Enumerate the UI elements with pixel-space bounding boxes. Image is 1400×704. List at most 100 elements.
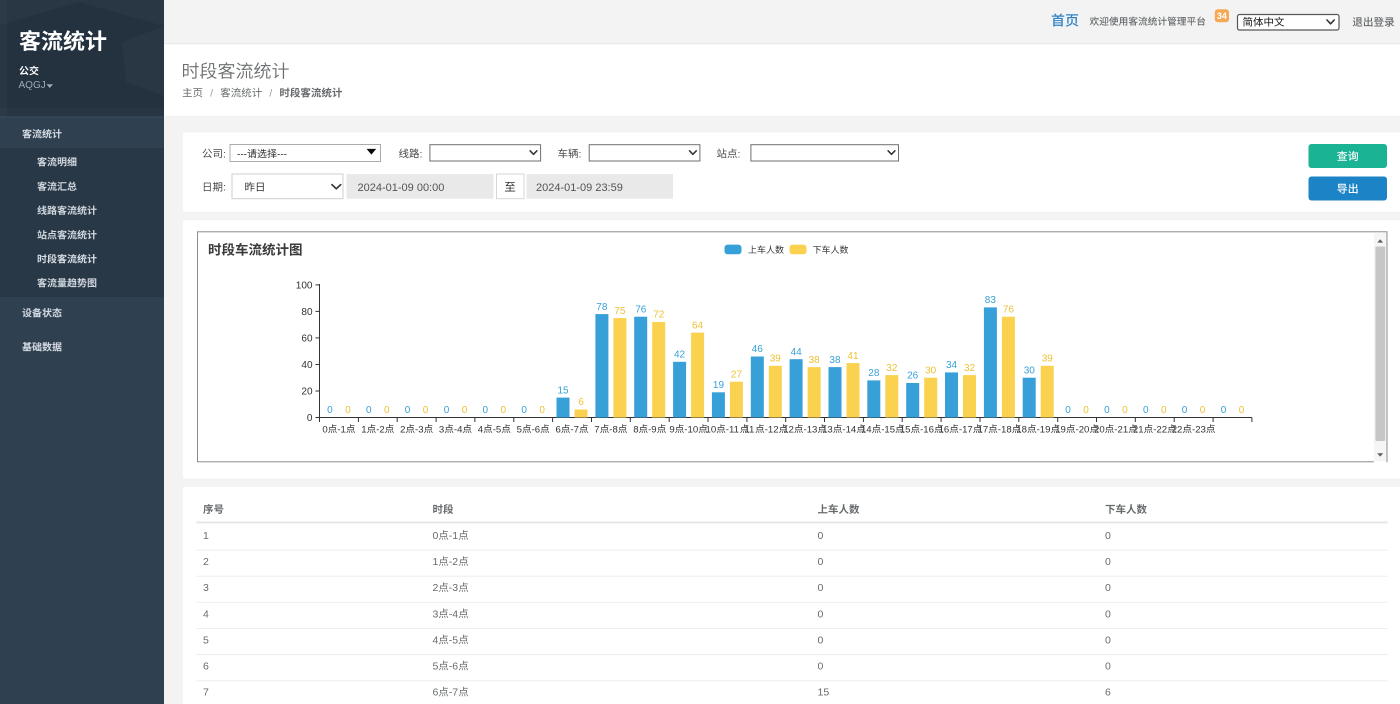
svg-text:-9: -9 bbox=[648, 424, 657, 435]
svg-text:0: 0 bbox=[1161, 405, 1167, 416]
svg-text:26: 26 bbox=[907, 371, 919, 382]
svg-text:64: 64 bbox=[692, 320, 704, 331]
svg-text:15: 15 bbox=[818, 687, 830, 699]
svg-text:/: / bbox=[269, 89, 272, 100]
svg-text:0: 0 bbox=[1065, 405, 1071, 416]
svg-text:0: 0 bbox=[1105, 661, 1111, 673]
svg-text:2024-01-09 23:59: 2024-01-09 23:59 bbox=[536, 182, 623, 194]
svg-text:30: 30 bbox=[925, 365, 937, 376]
svg-text:0: 0 bbox=[423, 405, 429, 416]
svg-text:1: 1 bbox=[433, 556, 439, 568]
svg-text:15: 15 bbox=[900, 424, 911, 435]
svg-text:28: 28 bbox=[868, 368, 880, 379]
svg-text:-21: -21 bbox=[1114, 424, 1128, 435]
svg-text:-1: -1 bbox=[449, 530, 458, 542]
svg-text:20: 20 bbox=[301, 387, 313, 398]
svg-text:83: 83 bbox=[985, 295, 997, 306]
svg-text:3: 3 bbox=[203, 582, 209, 594]
svg-text:-22: -22 bbox=[1153, 424, 1167, 435]
svg-text:AQGJ: AQGJ bbox=[19, 80, 46, 91]
svg-text:34: 34 bbox=[1217, 11, 1227, 21]
svg-text:5: 5 bbox=[433, 661, 439, 673]
svg-text:17: 17 bbox=[978, 424, 989, 435]
svg-text:6: 6 bbox=[433, 687, 439, 699]
svg-text:9: 9 bbox=[669, 424, 674, 435]
svg-text::: : bbox=[579, 148, 582, 160]
svg-text:0: 0 bbox=[307, 413, 313, 424]
svg-text:14: 14 bbox=[861, 424, 872, 435]
svg-text:4: 4 bbox=[478, 424, 484, 435]
svg-text:0: 0 bbox=[818, 582, 824, 594]
svg-text:-14: -14 bbox=[842, 424, 857, 435]
svg-text:6: 6 bbox=[203, 661, 209, 673]
svg-text:30: 30 bbox=[1024, 365, 1036, 376]
svg-text:42: 42 bbox=[674, 350, 686, 361]
svg-text:-17: -17 bbox=[959, 424, 973, 435]
svg-text:0: 0 bbox=[1182, 405, 1188, 416]
svg-text:0: 0 bbox=[1122, 405, 1128, 416]
svg-text:0: 0 bbox=[818, 556, 824, 568]
svg-text:72: 72 bbox=[653, 310, 665, 321]
svg-text:6: 6 bbox=[1105, 687, 1111, 699]
svg-text:-15: -15 bbox=[881, 424, 895, 435]
svg-text:-18: -18 bbox=[998, 424, 1012, 435]
svg-text:0: 0 bbox=[818, 661, 824, 673]
svg-text:46: 46 bbox=[752, 344, 764, 355]
svg-text:15: 15 bbox=[558, 385, 570, 396]
svg-text:-2: -2 bbox=[449, 556, 458, 568]
svg-text:0: 0 bbox=[327, 405, 333, 416]
svg-text:0: 0 bbox=[1200, 405, 1206, 416]
svg-text:6: 6 bbox=[556, 424, 561, 435]
svg-text:20: 20 bbox=[1094, 424, 1105, 435]
svg-text:0: 0 bbox=[521, 405, 527, 416]
svg-text:19: 19 bbox=[1055, 424, 1066, 435]
svg-text:0: 0 bbox=[433, 530, 439, 542]
svg-text:-3: -3 bbox=[449, 582, 458, 594]
svg-text:38: 38 bbox=[809, 355, 821, 366]
svg-text:41: 41 bbox=[847, 351, 859, 362]
svg-text:0: 0 bbox=[1105, 556, 1111, 568]
svg-text:0: 0 bbox=[1143, 405, 1149, 416]
svg-text::: : bbox=[420, 148, 423, 160]
svg-text:0: 0 bbox=[501, 405, 507, 416]
svg-text:7: 7 bbox=[203, 687, 209, 699]
svg-text:0: 0 bbox=[322, 424, 327, 435]
svg-text:-12: -12 bbox=[765, 424, 779, 435]
svg-text:-4: -4 bbox=[454, 424, 463, 435]
svg-text:40: 40 bbox=[301, 360, 313, 371]
svg-text:18: 18 bbox=[1016, 424, 1027, 435]
svg-text:0: 0 bbox=[1105, 530, 1111, 542]
svg-text:21: 21 bbox=[1133, 424, 1144, 435]
svg-text:32: 32 bbox=[964, 363, 976, 374]
svg-text:78: 78 bbox=[596, 302, 608, 313]
svg-text:-4: -4 bbox=[449, 608, 458, 620]
svg-text:39: 39 bbox=[1042, 354, 1054, 365]
svg-text:16: 16 bbox=[939, 424, 950, 435]
svg-text:13: 13 bbox=[822, 424, 833, 435]
svg-text:0: 0 bbox=[483, 405, 489, 416]
svg-text:3: 3 bbox=[433, 608, 439, 620]
svg-text:-5: -5 bbox=[449, 634, 458, 646]
svg-text:0: 0 bbox=[366, 405, 372, 416]
svg-text:8: 8 bbox=[633, 424, 638, 435]
svg-text:4: 4 bbox=[203, 608, 209, 620]
svg-text:0: 0 bbox=[1221, 405, 1227, 416]
svg-text:2024-01-09 00:00: 2024-01-09 00:00 bbox=[358, 182, 445, 194]
svg-text:38: 38 bbox=[829, 355, 841, 366]
svg-text:76: 76 bbox=[1003, 304, 1015, 315]
svg-text:-19: -19 bbox=[1037, 424, 1051, 435]
svg-text:-5: -5 bbox=[493, 424, 502, 435]
svg-text:-7: -7 bbox=[449, 687, 458, 699]
svg-text:0: 0 bbox=[1105, 634, 1111, 646]
svg-text:0: 0 bbox=[345, 405, 351, 416]
svg-text:60: 60 bbox=[301, 333, 313, 344]
svg-text:-3: -3 bbox=[415, 424, 424, 435]
svg-text:-6: -6 bbox=[449, 661, 458, 673]
svg-text:5: 5 bbox=[517, 424, 522, 435]
svg-text:-13: -13 bbox=[804, 424, 818, 435]
svg-text:3: 3 bbox=[439, 424, 444, 435]
svg-text:-10: -10 bbox=[684, 424, 698, 435]
svg-text:10: 10 bbox=[706, 424, 717, 435]
svg-text:76: 76 bbox=[635, 304, 647, 315]
svg-text:19: 19 bbox=[713, 380, 725, 391]
